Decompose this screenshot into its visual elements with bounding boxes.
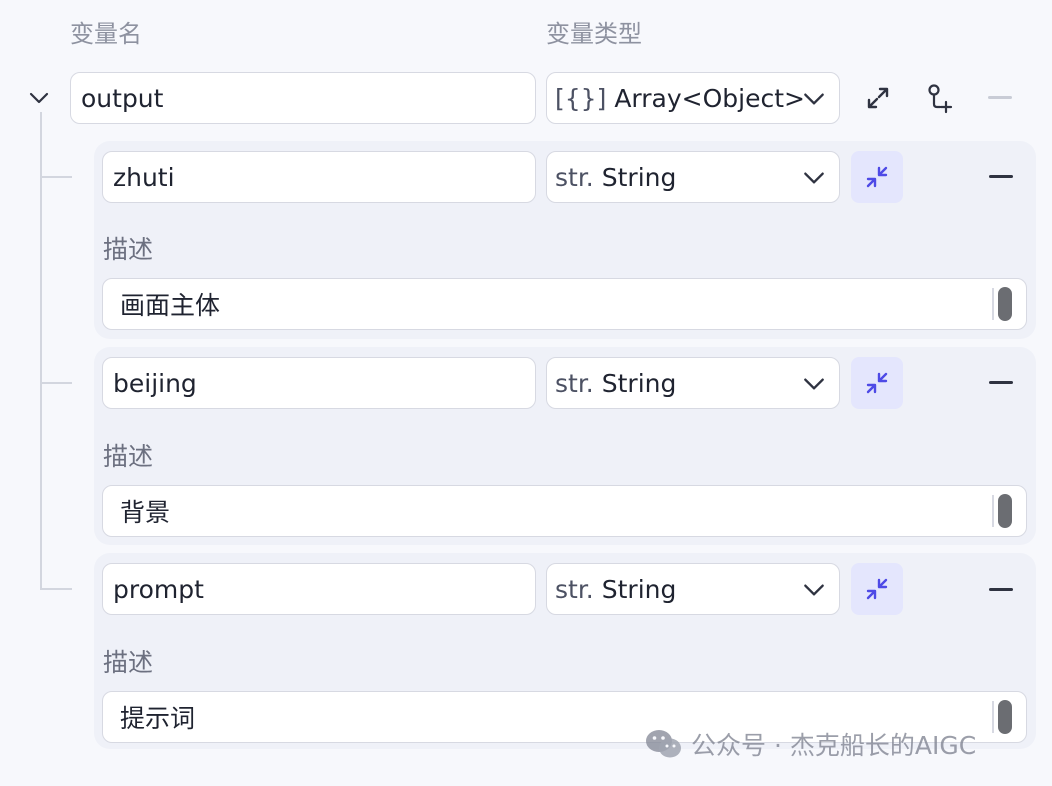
description-label: 描述 — [103, 442, 154, 471]
wechat-icon — [646, 730, 681, 758]
description-input[interactable]: 画面主体 — [102, 278, 1027, 330]
description-value: 提示词 — [120, 704, 196, 733]
output-type-label: Array<Object> — [614, 83, 805, 113]
output-type-select[interactable]: [{}] Array<Object> — [546, 72, 840, 124]
child-name-input[interactable]: beijing — [102, 357, 536, 409]
scrollbar-track — [992, 701, 994, 733]
collapse-button[interactable] — [851, 357, 903, 409]
tree-branch — [40, 176, 72, 178]
watermark-text: 公众号 · 杰克船长的AIGC — [691, 731, 977, 760]
child-name-input[interactable]: zhuti — [102, 151, 536, 203]
child-name-input[interactable]: prompt — [102, 563, 536, 615]
header-variable-type: 变量类型 — [546, 20, 642, 48]
variable-editor: 变量名 变量类型 output [{}] Array<Object> zhuti… — [0, 0, 1052, 786]
scrollbar-track — [992, 495, 994, 527]
chevron-down-icon — [804, 172, 824, 184]
output-name-value: output — [81, 83, 164, 113]
scrollbar-thumb[interactable] — [998, 494, 1012, 528]
chevron-down-icon — [804, 93, 824, 105]
description-value: 背景 — [120, 498, 171, 527]
child-name-value: zhuti — [113, 162, 175, 192]
expand-button[interactable] — [852, 72, 904, 124]
expand-icon — [867, 87, 889, 109]
collapse-icon — [866, 166, 888, 188]
description-label: 描述 — [103, 648, 154, 677]
child-type-label: String — [601, 574, 677, 604]
remove-output-button[interactable] — [988, 96, 1012, 99]
tree-line — [40, 112, 42, 590]
string-type-icon: str. — [555, 162, 594, 192]
chevron-down-icon — [804, 584, 824, 596]
watermark: 公众号 · 杰克船长的AIGC — [645, 726, 976, 762]
child-type-label: String — [601, 162, 677, 192]
child-type-select[interactable]: str. String — [546, 151, 840, 203]
tree-branch — [40, 588, 72, 590]
remove-child-button[interactable] — [989, 588, 1013, 591]
string-type-icon: str. — [555, 574, 594, 604]
chevron-down-icon — [804, 378, 824, 390]
string-type-icon: str. — [555, 368, 594, 398]
child-type-label: String — [601, 368, 677, 398]
scrollbar-track — [992, 288, 994, 320]
scrollbar-thumb[interactable] — [998, 287, 1012, 321]
description-value: 画面主体 — [120, 291, 221, 320]
child-type-select[interactable]: str. String — [546, 357, 840, 409]
collapse-icon — [866, 372, 888, 394]
header-variable-name: 变量名 — [70, 20, 142, 48]
scrollbar-thumb[interactable] — [998, 700, 1012, 734]
remove-child-button[interactable] — [989, 381, 1013, 384]
collapse-button[interactable] — [851, 563, 903, 615]
description-input[interactable]: 背景 — [102, 485, 1027, 537]
child-name-value: beijing — [113, 368, 197, 398]
child-name-value: prompt — [113, 574, 204, 604]
description-label: 描述 — [103, 235, 154, 264]
collapse-chevron-icon[interactable] — [26, 85, 52, 111]
collapse-button[interactable] — [851, 151, 903, 203]
add-child-icon — [928, 84, 953, 114]
remove-child-button[interactable] — [989, 175, 1013, 178]
collapse-icon — [866, 578, 888, 600]
array-object-icon: [{}] — [555, 83, 607, 113]
output-name-input[interactable]: output — [70, 72, 536, 124]
child-type-select[interactable]: str. String — [546, 563, 840, 615]
tree-branch — [40, 382, 72, 384]
add-child-button[interactable] — [914, 72, 966, 124]
